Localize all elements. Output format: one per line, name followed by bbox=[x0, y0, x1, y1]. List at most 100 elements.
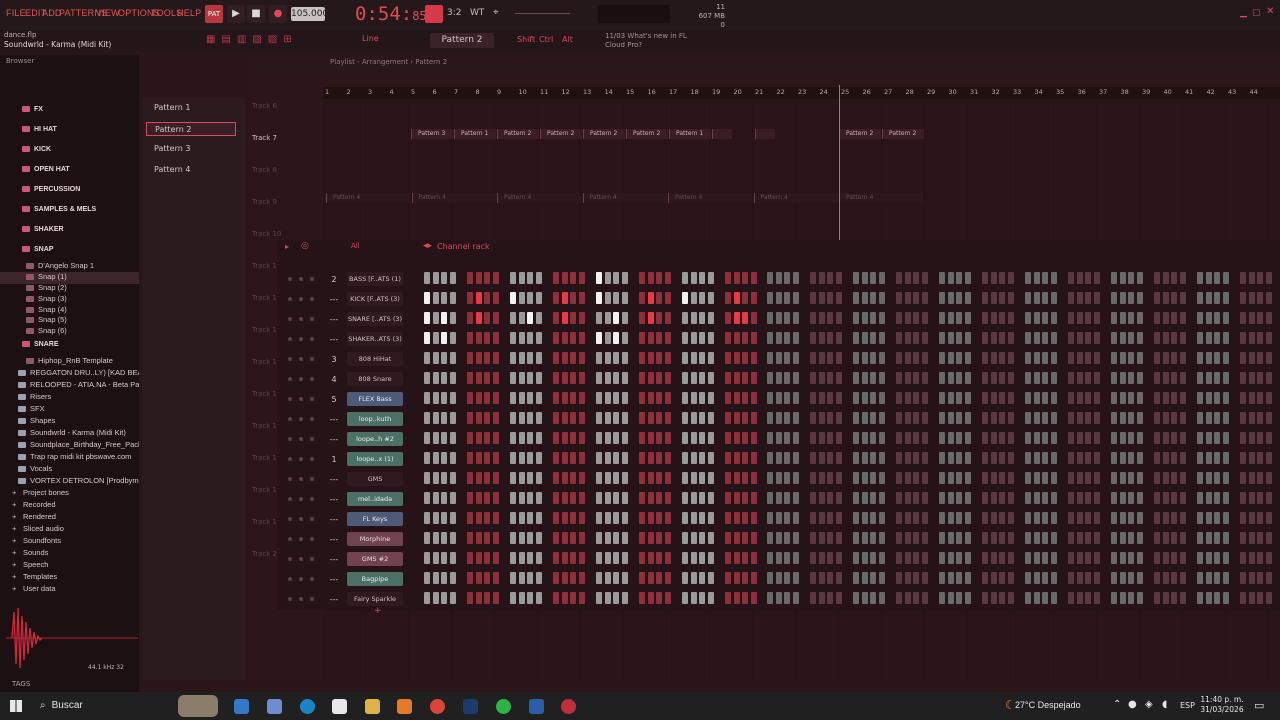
step-button[interactable] bbox=[1162, 332, 1169, 344]
step-button[interactable] bbox=[553, 592, 559, 604]
step-button[interactable] bbox=[818, 492, 825, 504]
pattern-item[interactable]: Pattern 1 bbox=[146, 101, 236, 115]
step-button[interactable] bbox=[1265, 412, 1272, 424]
step-button[interactable] bbox=[1076, 292, 1083, 304]
step-button[interactable] bbox=[1050, 492, 1057, 504]
step-button[interactable] bbox=[518, 412, 525, 424]
step-button[interactable] bbox=[827, 292, 833, 304]
step-button[interactable] bbox=[818, 432, 825, 444]
step-button[interactable] bbox=[1205, 492, 1212, 504]
step-button[interactable] bbox=[699, 512, 705, 524]
step-button[interactable] bbox=[518, 432, 525, 444]
step-button[interactable] bbox=[1205, 552, 1212, 564]
step-button[interactable] bbox=[742, 412, 748, 424]
step-button[interactable] bbox=[964, 392, 971, 404]
volume-knob-icon[interactable] bbox=[310, 577, 314, 581]
step-button[interactable] bbox=[818, 312, 825, 324]
playlist-clip[interactable]: Pattern 2 bbox=[497, 129, 539, 139]
step-button[interactable] bbox=[1265, 572, 1272, 584]
step-button[interactable] bbox=[725, 552, 731, 564]
step-button[interactable] bbox=[792, 272, 799, 284]
step-button[interactable] bbox=[621, 452, 628, 464]
mute-led-icon[interactable] bbox=[288, 337, 292, 341]
step-button[interactable] bbox=[475, 312, 482, 324]
step-button[interactable] bbox=[510, 272, 516, 284]
step-button[interactable] bbox=[1007, 272, 1014, 284]
step-button[interactable] bbox=[570, 412, 576, 424]
step-button[interactable] bbox=[990, 312, 997, 324]
volume-knob-icon[interactable] bbox=[310, 537, 314, 541]
step-button[interactable] bbox=[424, 332, 430, 344]
step-button[interactable] bbox=[1033, 312, 1040, 324]
panning-knob-icon[interactable] bbox=[299, 537, 303, 541]
step-button[interactable] bbox=[835, 272, 842, 284]
step-button[interactable] bbox=[725, 392, 731, 404]
step-button[interactable] bbox=[982, 312, 988, 324]
step-button[interactable] bbox=[939, 592, 945, 604]
step-button[interactable] bbox=[939, 432, 945, 444]
step-button[interactable] bbox=[441, 512, 447, 524]
step-button[interactable] bbox=[475, 272, 482, 284]
step-button[interactable] bbox=[518, 292, 525, 304]
browser-item[interactable]: SAMPLES & MELS bbox=[0, 206, 139, 218]
step-button[interactable] bbox=[1248, 472, 1255, 484]
step-button[interactable] bbox=[775, 552, 782, 564]
playlist-clip[interactable]: Pattern 2 bbox=[626, 129, 668, 139]
step-button[interactable] bbox=[682, 392, 688, 404]
step-button[interactable] bbox=[827, 272, 833, 284]
step-button[interactable] bbox=[475, 532, 482, 544]
browser-item[interactable]: SHAKER bbox=[0, 226, 139, 238]
step-button[interactable] bbox=[1240, 552, 1246, 564]
step-button[interactable] bbox=[742, 492, 748, 504]
step-button[interactable] bbox=[835, 592, 842, 604]
step-button[interactable] bbox=[947, 372, 954, 384]
mixer-track-number[interactable]: --- bbox=[327, 495, 341, 504]
step-button[interactable] bbox=[775, 432, 782, 444]
step-button[interactable] bbox=[1154, 392, 1160, 404]
step-button[interactable] bbox=[999, 452, 1005, 464]
step-button[interactable] bbox=[827, 432, 833, 444]
step-button[interactable] bbox=[441, 352, 447, 364]
step-button[interactable] bbox=[1154, 412, 1160, 424]
step-button[interactable] bbox=[570, 512, 576, 524]
step-button[interactable] bbox=[647, 532, 654, 544]
step-button[interactable] bbox=[956, 592, 962, 604]
step-button[interactable] bbox=[492, 452, 499, 464]
step-button[interactable] bbox=[621, 392, 628, 404]
step-button[interactable] bbox=[467, 432, 473, 444]
step-button[interactable] bbox=[690, 572, 697, 584]
step-button[interactable] bbox=[913, 312, 919, 324]
step-button[interactable] bbox=[861, 512, 868, 524]
step-button[interactable] bbox=[518, 372, 525, 384]
step-button[interactable] bbox=[682, 452, 688, 464]
step-button[interactable] bbox=[682, 312, 688, 324]
step-button[interactable] bbox=[553, 312, 559, 324]
step-button[interactable] bbox=[904, 332, 911, 344]
step-button[interactable] bbox=[775, 572, 782, 584]
step-button[interactable] bbox=[742, 372, 748, 384]
step-button[interactable] bbox=[1025, 392, 1031, 404]
step-button[interactable] bbox=[639, 492, 645, 504]
step-button[interactable] bbox=[947, 412, 954, 424]
step-button[interactable] bbox=[510, 572, 516, 584]
step-button[interactable] bbox=[510, 352, 516, 364]
explorer-icon[interactable] bbox=[365, 699, 380, 714]
step-button[interactable] bbox=[596, 572, 602, 584]
step-button[interactable] bbox=[1111, 492, 1117, 504]
step-button[interactable] bbox=[913, 372, 919, 384]
step-button[interactable] bbox=[1085, 472, 1091, 484]
step-button[interactable] bbox=[596, 432, 602, 444]
step-button[interactable] bbox=[604, 472, 611, 484]
mixer-track-number[interactable]: --- bbox=[327, 595, 341, 604]
step-button[interactable] bbox=[1076, 592, 1083, 604]
step-button[interactable] bbox=[492, 572, 499, 584]
step-button[interactable] bbox=[784, 452, 790, 464]
rack-menu-icon[interactable]: ▸ bbox=[285, 242, 289, 251]
step-button[interactable] bbox=[1136, 572, 1143, 584]
step-button[interactable] bbox=[467, 492, 473, 504]
step-button[interactable] bbox=[775, 352, 782, 364]
step-button[interactable] bbox=[1111, 572, 1117, 584]
step-button[interactable] bbox=[690, 372, 697, 384]
browser-item[interactable]: SNARE bbox=[0, 341, 139, 353]
mute-led-icon[interactable] bbox=[288, 457, 292, 461]
